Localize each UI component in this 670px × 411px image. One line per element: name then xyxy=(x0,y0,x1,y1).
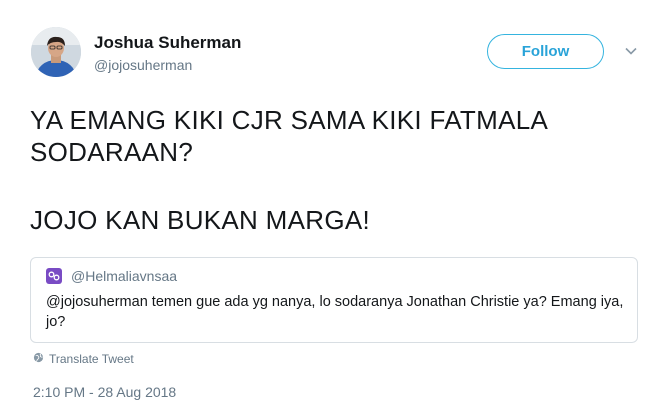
tweet-text: YA EMANG KIKI CJR SAMA KIKI FATMALA SODA… xyxy=(30,104,650,236)
author-name[interactable]: Joshua Suherman xyxy=(94,33,241,53)
author-handle[interactable]: @jojosuherman xyxy=(94,57,192,73)
chevron-down-icon[interactable] xyxy=(624,44,638,58)
follow-button[interactable]: Follow xyxy=(487,34,604,69)
translate-tweet-link[interactable]: Translate Tweet xyxy=(33,352,134,366)
translate-tweet-label: Translate Tweet xyxy=(49,352,134,366)
tweet-timestamp[interactable]: 2:10 PM - 28 Aug 2018 xyxy=(33,384,176,400)
crab-icon xyxy=(46,268,62,284)
quoted-tweet-handle[interactable]: @Helmaliavnsaa xyxy=(71,268,177,284)
quoted-tweet[interactable]: @Helmaliavnsaa @jojosuherman temen gue a… xyxy=(30,257,638,343)
quoted-tweet-text: @jojosuherman temen gue ada yg nanya, lo… xyxy=(46,294,624,330)
globe-icon xyxy=(33,352,44,366)
avatar[interactable] xyxy=(31,27,81,77)
tweet-paragraph-2: JOJO KAN BUKAN MARGA! xyxy=(30,205,371,235)
tweet-paragraph-1: YA EMANG KIKI CJR SAMA KIKI FATMALA SODA… xyxy=(30,105,547,167)
